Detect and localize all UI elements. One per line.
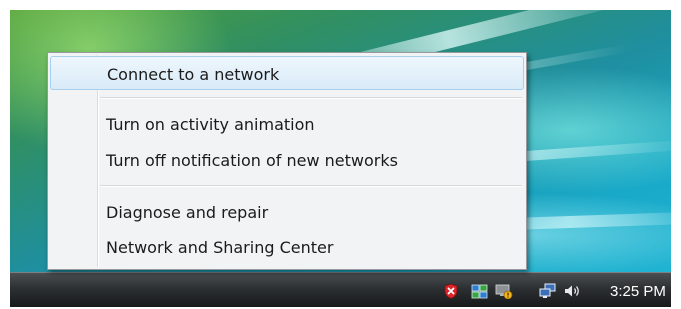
volume-icon[interactable] — [563, 283, 579, 299]
monitor-warning-icon[interactable] — [495, 283, 513, 300]
menu-item-label: Connect to a network — [107, 65, 280, 84]
menu-item-label: Turn on activity animation — [106, 115, 315, 134]
notification-area: 3:25 PM — [371, 273, 671, 307]
menu-item-label: Network and Sharing Center — [106, 238, 334, 257]
monitor-icon[interactable] — [471, 283, 488, 299]
network-context-menu: Connect to a network Turn on activity an… — [47, 52, 527, 270]
taskbar: 3:25 PM — [10, 272, 671, 307]
clock[interactable]: 3:25 PM — [610, 283, 666, 300]
menu-item-connect-to-network[interactable]: Connect to a network — [50, 56, 524, 90]
menu-separator — [100, 97, 522, 99]
menu-item-label: Turn off notification of new networks — [106, 151, 398, 170]
shield-warning-icon[interactable] — [443, 283, 459, 299]
menu-item-turn-off-notification[interactable]: Turn off notification of new networks — [50, 143, 524, 177]
menu-item-diagnose-and-repair[interactable]: Diagnose and repair — [50, 195, 524, 229]
menu-separator — [100, 185, 522, 187]
network-icon[interactable] — [539, 283, 556, 299]
menu-item-turn-on-activity-animation[interactable]: Turn on activity animation — [50, 107, 524, 141]
menu-item-label: Diagnose and repair — [106, 203, 269, 222]
menu-item-network-and-sharing-center[interactable]: Network and Sharing Center — [50, 230, 524, 264]
